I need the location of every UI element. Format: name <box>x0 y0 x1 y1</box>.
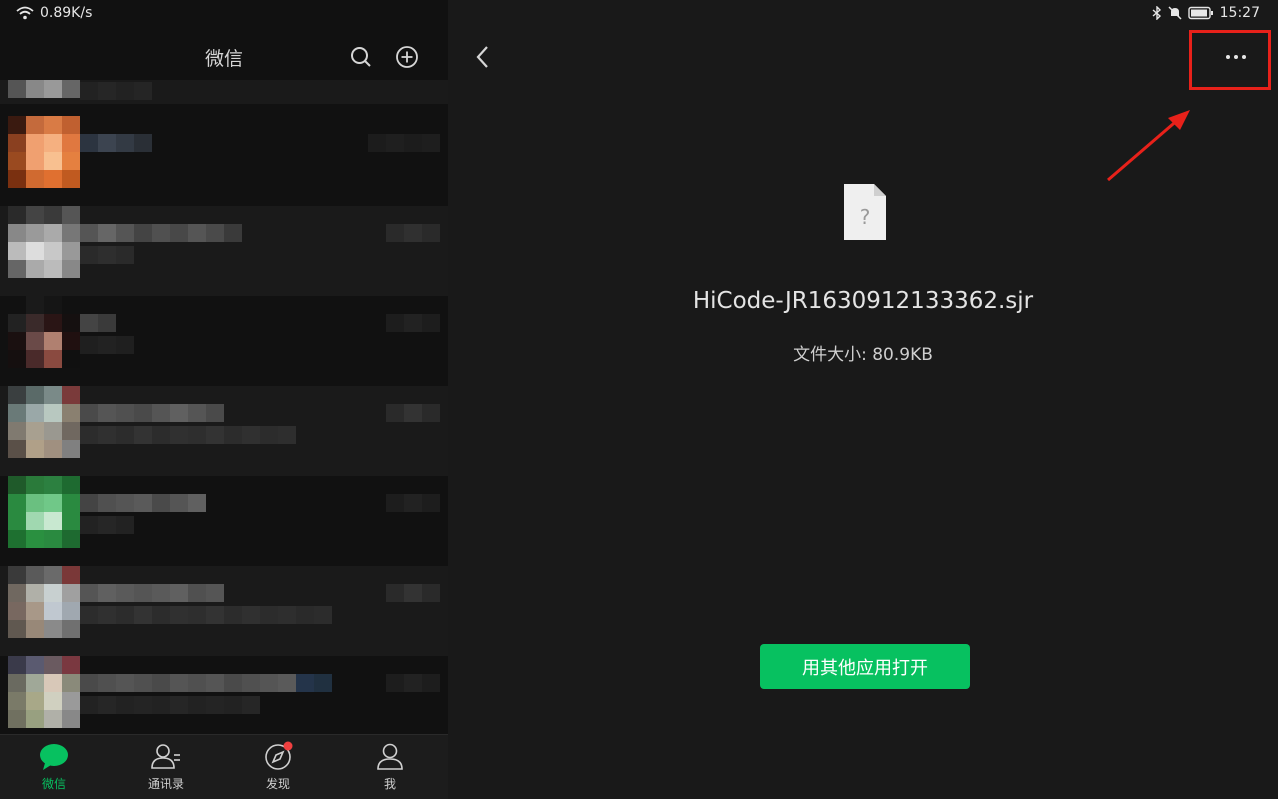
clock: 15:27 <box>1219 5 1260 21</box>
chat-row[interactable] <box>0 296 448 386</box>
chevron-left-icon[interactable] <box>472 44 496 70</box>
chat-row[interactable] <box>0 80 448 104</box>
annotation-highlight-box <box>1189 30 1271 90</box>
tab-discover[interactable]: 发现 <box>238 741 318 792</box>
open-with-other-app-button[interactable]: 用其他应用打开 <box>760 644 970 689</box>
chat-row[interactable] <box>0 206 448 296</box>
chat-list-pane: 微信 微信 通讯录 发现 我 <box>0 0 448 799</box>
avatar <box>8 206 80 278</box>
avatar <box>8 656 80 728</box>
svg-text:?: ? <box>860 205 871 229</box>
person-icon <box>377 743 403 770</box>
file-name: HiCode-JR1630912133362.sjr <box>692 288 1034 314</box>
status-bar: 0.89K/s 15:27 <box>0 0 1278 30</box>
unknown-file-icon: ? <box>844 184 886 240</box>
tab-label: 微信 <box>41 777 66 791</box>
contacts-icon <box>151 744 180 769</box>
mute-bell-icon <box>1168 6 1182 20</box>
file-size: 文件大小: 80.9KB <box>793 345 933 365</box>
annotation-arrow-icon <box>1107 110 1190 182</box>
chat-row[interactable] <box>0 386 448 476</box>
chat-row[interactable] <box>0 476 448 566</box>
avatar <box>8 296 80 368</box>
tab-label: 我 <box>383 777 396 791</box>
avatar <box>8 386 80 458</box>
chat-row[interactable] <box>0 566 448 656</box>
network-speed: 0.89K/s <box>40 5 93 21</box>
bluetooth-icon <box>1152 6 1161 20</box>
notification-dot <box>283 741 293 751</box>
tab-label: 发现 <box>265 777 290 791</box>
avatar <box>8 80 80 100</box>
tab-contacts[interactable]: 通讯录 <box>126 741 206 792</box>
tab-me[interactable]: 我 <box>350 741 430 792</box>
chat-row[interactable] <box>0 656 448 735</box>
file-preview-pane: ? HiCode-JR1630912133362.sjr 文件大小: 80.9K… <box>448 0 1278 799</box>
search-icon[interactable] <box>349 45 373 69</box>
avatar <box>8 116 80 188</box>
battery-icon <box>1187 6 1213 20</box>
compass-icon <box>265 741 293 770</box>
wifi-icon <box>16 6 34 20</box>
tab-label: 通讯录 <box>147 777 184 791</box>
chat-row[interactable] <box>0 116 448 206</box>
chat-bubble-icon <box>40 744 68 770</box>
chat-pane-title: 微信 <box>204 48 243 70</box>
avatar <box>8 476 80 548</box>
avatar <box>8 566 80 638</box>
chat-list[interactable] <box>0 80 448 735</box>
add-icon[interactable] <box>395 45 419 69</box>
bottom-tab-bar: 微信 通讯录 发现 我 <box>0 734 448 799</box>
tab-chats[interactable]: 微信 <box>14 741 94 792</box>
